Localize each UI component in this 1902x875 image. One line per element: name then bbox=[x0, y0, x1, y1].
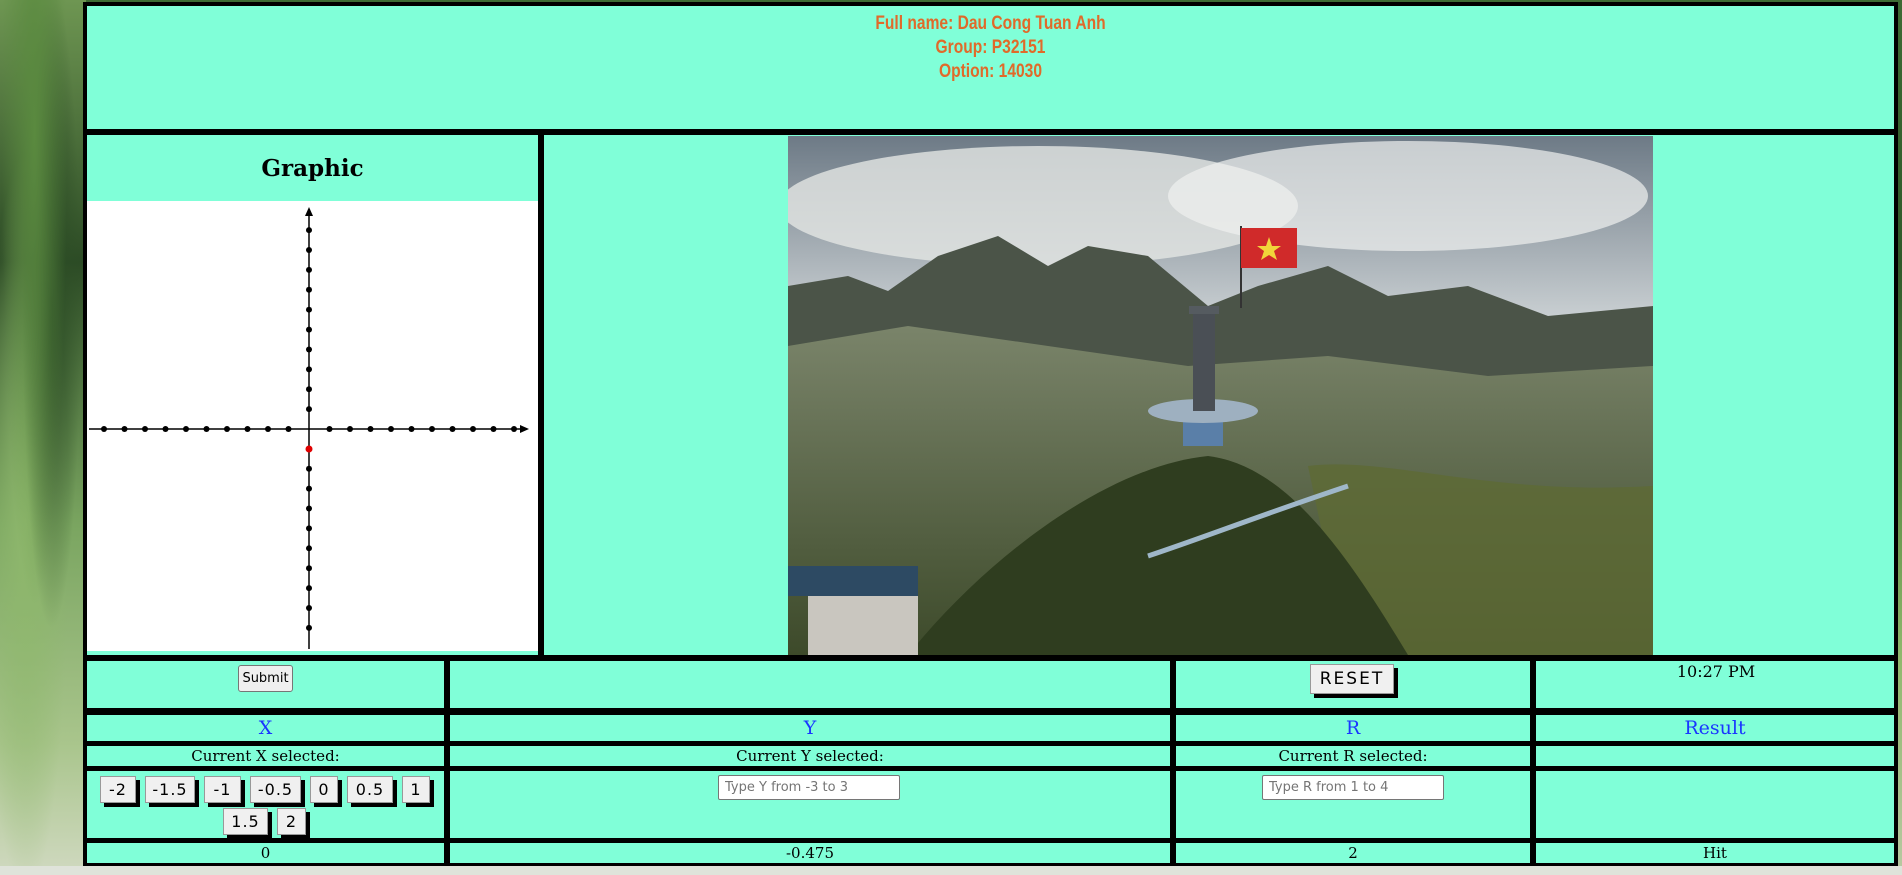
result-current-cell bbox=[1536, 746, 1894, 766]
x-axis-tick bbox=[265, 426, 271, 432]
x-option-button[interactable]: -1.5 bbox=[145, 776, 195, 803]
y-axis-tick bbox=[306, 585, 312, 592]
reset-button[interactable]: RESET bbox=[1310, 664, 1394, 694]
background-foliage bbox=[0, 0, 86, 875]
y-axis-tick bbox=[306, 326, 312, 333]
group: Group: P32151 bbox=[935, 37, 1046, 58]
x-axis-tick bbox=[101, 426, 107, 432]
empty-cell bbox=[450, 661, 1170, 708]
r-value: 2 bbox=[1348, 844, 1358, 862]
y-axis-tick bbox=[306, 386, 312, 393]
header-info: Full name: Dau Cong Tuan Anh Group: P321… bbox=[250, 6, 1732, 84]
x-axis-tick bbox=[449, 426, 456, 432]
y-axis-tick bbox=[306, 227, 312, 234]
graph-canvas[interactable] bbox=[87, 201, 538, 651]
x-axis-tick bbox=[162, 426, 169, 432]
x-axis-tick bbox=[326, 426, 333, 432]
x-option-button[interactable]: 0.5 bbox=[347, 776, 393, 803]
x-column-header: X bbox=[258, 717, 273, 739]
y-input[interactable] bbox=[718, 775, 900, 800]
x-axis-tick bbox=[429, 426, 435, 432]
x-axis-tick bbox=[142, 426, 148, 432]
y-axis-tick bbox=[306, 266, 312, 273]
option: Option: 14030 bbox=[938, 61, 1043, 82]
x-axis-tick bbox=[244, 426, 251, 432]
y-axis-tick bbox=[306, 565, 312, 572]
x-axis-tick bbox=[347, 426, 353, 432]
y-axis-tick bbox=[306, 346, 312, 353]
y-axis-tick bbox=[306, 505, 312, 512]
x-axis-tick bbox=[203, 426, 210, 432]
x-axis-tick bbox=[367, 426, 374, 432]
result-input-cell bbox=[1536, 771, 1894, 838]
x-option-button[interactable]: -0.5 bbox=[250, 776, 301, 803]
y-axis-tick bbox=[306, 406, 312, 413]
x-axis-tick bbox=[224, 426, 230, 432]
x-option-button[interactable]: 1 bbox=[402, 776, 430, 803]
full-name: Full name: Dau Cong Tuan Anh bbox=[875, 13, 1106, 34]
graphic-title: Graphic bbox=[261, 155, 364, 182]
result-value: Hit bbox=[1703, 844, 1727, 862]
x-axis-tick bbox=[285, 426, 292, 432]
flag-tower-photo bbox=[788, 136, 1653, 655]
y-value: -0.475 bbox=[785, 844, 834, 862]
header-cell: Full name: Dau Cong Tuan Anh Group: P321… bbox=[87, 6, 1894, 129]
current-x-label: Current X selected: bbox=[191, 747, 340, 765]
current-y-label: Current Y selected: bbox=[736, 747, 884, 765]
y-axis-tick bbox=[306, 306, 312, 313]
x-value: 0 bbox=[260, 844, 271, 862]
result-column-header: Result bbox=[1684, 717, 1746, 739]
x-axis-tick bbox=[183, 426, 189, 432]
r-column-header: R bbox=[1345, 717, 1361, 739]
y-axis-tick bbox=[306, 366, 312, 373]
x-axis-tick bbox=[408, 426, 415, 432]
x-option-button[interactable]: 1.5 bbox=[223, 808, 268, 835]
r-input[interactable] bbox=[1262, 775, 1444, 800]
plotted-point bbox=[305, 445, 313, 453]
clock-time: 10:27 PM bbox=[1676, 662, 1756, 681]
x-option-button[interactable]: -2 bbox=[100, 776, 136, 803]
coordinate-graph[interactable] bbox=[87, 201, 538, 651]
x-axis-tick bbox=[511, 426, 517, 432]
y-axis-tick bbox=[306, 465, 312, 472]
x-axis-tick bbox=[470, 426, 476, 432]
x-option-button[interactable]: 2 bbox=[277, 808, 306, 835]
y-column-header: Y bbox=[803, 717, 817, 739]
y-axis-tick bbox=[306, 247, 312, 254]
x-axis-tick bbox=[388, 426, 394, 432]
y-axis-tick bbox=[306, 545, 312, 552]
x-option-button[interactable]: -1 bbox=[204, 776, 241, 803]
y-axis-tick bbox=[306, 286, 312, 293]
y-axis-tick bbox=[306, 485, 312, 492]
x-axis-tick bbox=[121, 426, 128, 432]
x-option-button[interactable]: 0 bbox=[310, 776, 338, 803]
y-axis-tick bbox=[306, 624, 312, 631]
x-axis-arrow bbox=[520, 425, 529, 433]
submit-button[interactable]: Submit bbox=[238, 665, 293, 692]
x-axis-tick bbox=[490, 426, 497, 432]
current-r-label: Current R selected: bbox=[1278, 747, 1428, 765]
background-strip bbox=[0, 866, 1902, 875]
y-axis-arrow bbox=[305, 207, 313, 216]
y-axis-tick bbox=[306, 525, 312, 532]
y-axis-tick bbox=[306, 604, 312, 611]
